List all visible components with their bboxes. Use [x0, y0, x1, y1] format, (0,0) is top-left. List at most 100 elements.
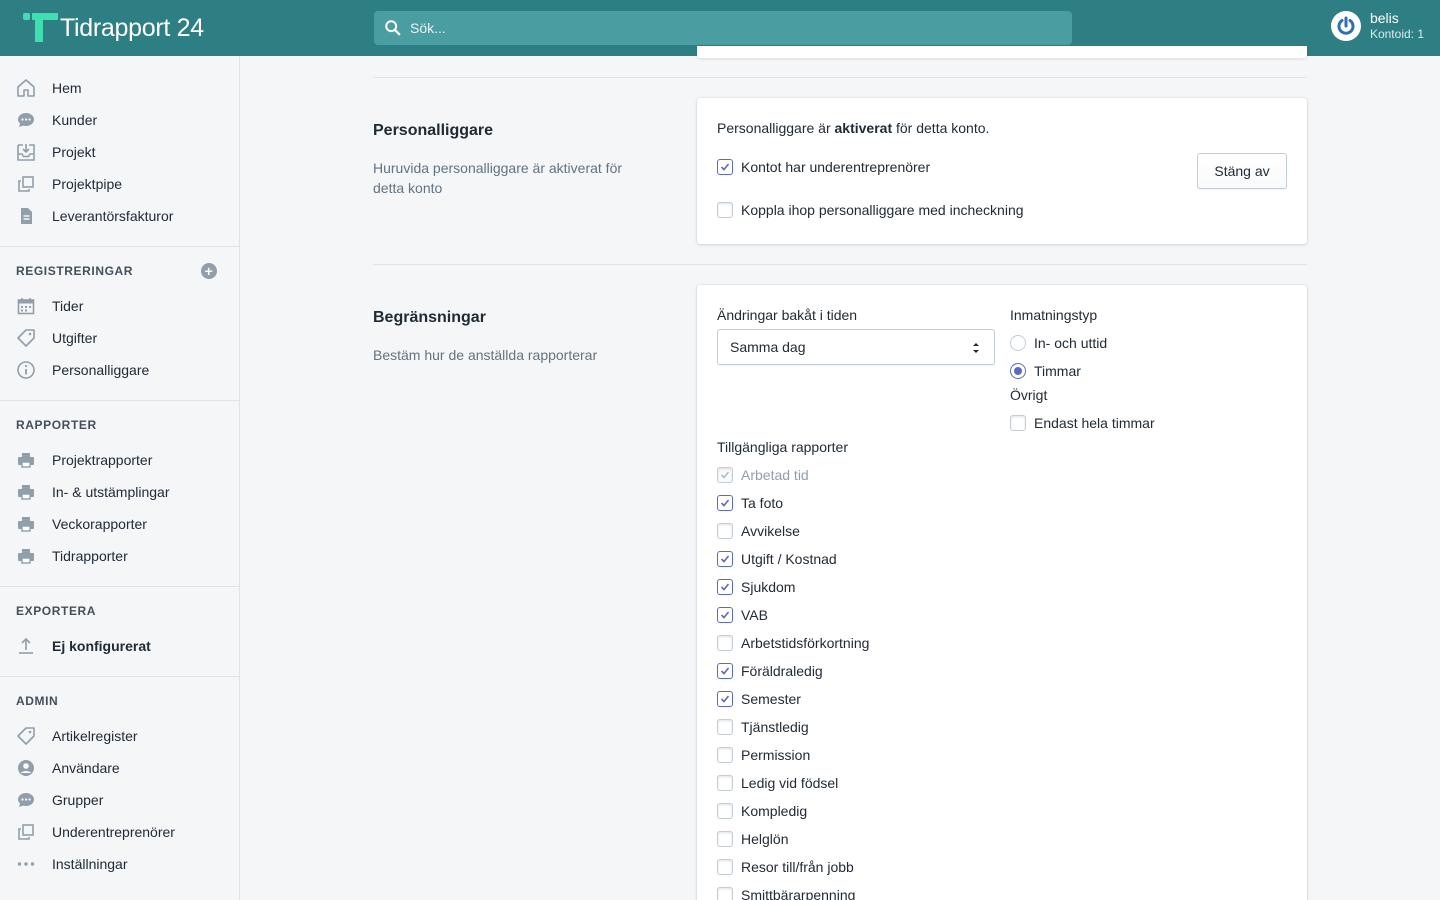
other-label: Övrigt: [1010, 387, 1048, 403]
report-checkbox[interactable]: Tjänstledig: [717, 717, 809, 737]
checkbox-label: Arbetstidsförkortning: [741, 635, 870, 651]
checkbox-label: Ta foto: [741, 495, 784, 511]
home-icon: [16, 78, 36, 98]
report-checkbox[interactable]: Sjukdom: [717, 577, 795, 597]
checkbox-unchecked-icon[interactable]: [717, 523, 733, 539]
status-prefix: Personalliggare är: [717, 120, 835, 136]
radio-in-och-uttid[interactable]: In- och uttid: [1010, 333, 1107, 353]
checkbox-unchecked-icon[interactable]: [717, 635, 733, 651]
koppla-incheckning-checkbox[interactable]: Koppla ihop personalliggare med incheckn…: [717, 200, 1024, 220]
checkbox-label: Helglön: [741, 831, 789, 847]
checkbox-checked-icon[interactable]: [717, 551, 733, 567]
sidebar-item-leverantorsfakturor[interactable]: Leverantörsfakturor: [0, 200, 239, 232]
report-checkbox[interactable]: Permission: [717, 745, 810, 765]
sidebar-item-veckorapporter[interactable]: Veckorapporter: [0, 508, 239, 540]
sidebar-item-hem[interactable]: Hem: [0, 72, 239, 104]
checkbox-checked-icon[interactable]: [717, 495, 733, 511]
sidebar-item-projekt[interactable]: Projekt: [0, 136, 239, 168]
checkbox-unchecked-icon[interactable]: [717, 803, 733, 819]
report-checkbox[interactable]: Resor till/från jobb: [717, 857, 854, 877]
radio-timmar[interactable]: Timmar: [1010, 361, 1081, 381]
search-input[interactable]: [410, 20, 1050, 36]
sidebar-item-tidrapporter[interactable]: Tidrapporter: [0, 540, 239, 572]
report-checkbox[interactable]: Kompledig: [717, 801, 807, 821]
sidebar-admin-section: ADMIN Artikelregister Användare Grupper …: [0, 677, 239, 894]
checkbox-unchecked-icon[interactable]: [717, 202, 733, 218]
sidebar-item-label: Personalliggare: [52, 362, 150, 378]
begransningar-heading: Begränsningar: [373, 309, 486, 326]
printer-icon: [16, 482, 36, 502]
checkbox-checked-icon[interactable]: [717, 579, 733, 595]
sidebar-item-projektrapporter[interactable]: Projektrapporter: [0, 444, 239, 476]
begransningar-card: Ändringar bakåt i tiden Samma dag Inmatn…: [697, 285, 1307, 900]
sidebar-item-anvandare[interactable]: Användare: [0, 752, 239, 784]
sidebar-item-projektpipe[interactable]: Projektpipe: [0, 168, 239, 200]
report-checkbox[interactable]: Semester: [717, 689, 801, 709]
sidebar-item-tider[interactable]: Tider: [0, 290, 239, 322]
search-bar[interactable]: [374, 11, 1072, 45]
checkbox-label: Kompledig: [741, 803, 808, 819]
checkbox-label: Smittbärarpenning: [741, 887, 856, 900]
checkbox-checked-icon[interactable]: [717, 159, 733, 175]
sidebar-item-label: Leverantörsfakturor: [52, 208, 174, 224]
report-checkbox[interactable]: Ledig vid födsel: [717, 773, 838, 793]
checkbox-unchecked-icon[interactable]: [717, 775, 733, 791]
report-checkbox: Arbetad tid: [717, 465, 809, 485]
sidebar-item-installningar[interactable]: Inställningar: [0, 848, 239, 880]
user-icon: [16, 758, 36, 778]
sidebar-registreringar-section: REGISTRERINGAR + Tider Utgifter Personal…: [0, 247, 239, 401]
sidebar-item-label: Användare: [52, 760, 120, 776]
user-menu[interactable]: belis Kontoid: 1: [1330, 10, 1424, 42]
app-logo[interactable]: Tidrapport 24: [20, 10, 204, 46]
changes-select[interactable]: Samma dag: [717, 329, 995, 365]
sidebar-item-label: In- & utstämplingar: [52, 484, 170, 500]
sidebar-item-grupper[interactable]: Grupper: [0, 784, 239, 816]
sidebar-item-personalliggare[interactable]: Personalliggare: [0, 354, 239, 386]
sidebar-item-label: Tidrapporter: [52, 548, 128, 564]
duplicate-icon: [16, 174, 36, 194]
checkbox-unchecked-icon[interactable]: [717, 747, 733, 763]
sidebar-item-kunder[interactable]: Kunder: [0, 104, 239, 136]
printer-icon: [16, 514, 36, 534]
main-content: Personalliggare Huruvida personalliggare…: [240, 46, 1440, 900]
report-checkbox[interactable]: Smittbärarpenning: [717, 885, 855, 900]
underentreprenorer-checkbox[interactable]: Kontot har underentreprenörer: [717, 157, 930, 177]
chat-icon: [16, 110, 36, 130]
status-suffix: för detta konto.: [892, 120, 990, 136]
checkbox-unchecked-icon[interactable]: [717, 887, 733, 900]
report-checkbox[interactable]: Ta foto: [717, 493, 783, 513]
checkbox-label: Endast hela timmar: [1034, 415, 1155, 431]
add-registration-icon[interactable]: +: [201, 263, 217, 279]
sidebar-item-artikelregister[interactable]: Artikelregister: [0, 720, 239, 752]
sidebar-item-utgifter[interactable]: Utgifter: [0, 322, 239, 354]
duplicate-icon: [16, 822, 36, 842]
checkbox-checked-icon[interactable]: [717, 607, 733, 623]
report-checkbox[interactable]: Helglön: [717, 829, 788, 849]
report-checkbox[interactable]: Utgift / Kostnad: [717, 549, 837, 569]
report-checkbox[interactable]: Föräldraledig: [717, 661, 823, 681]
radio-unchecked-icon[interactable]: [1010, 335, 1026, 351]
checkbox-unchecked-icon[interactable]: [717, 719, 733, 735]
checkbox-checked-icon[interactable]: [717, 691, 733, 707]
checkbox-unchecked-icon[interactable]: [717, 831, 733, 847]
sidebar-item-in-utstamplingar[interactable]: In- & utstämplingar: [0, 476, 239, 508]
checkbox-checked-icon: [717, 467, 733, 483]
checkbox-unchecked-icon[interactable]: [1010, 415, 1026, 431]
report-checkbox[interactable]: Avvikelse: [717, 521, 800, 541]
tag-icon: [16, 328, 36, 348]
stang-av-button[interactable]: Stäng av: [1197, 153, 1287, 189]
checkbox-checked-icon[interactable]: [717, 663, 733, 679]
checkbox-label: Ledig vid födsel: [741, 775, 839, 791]
sidebar-exportera-section: EXPORTERA Ej konfigurerat: [0, 587, 239, 677]
status-bold: aktiverat: [834, 120, 893, 136]
sidebar-item-label: Kunder: [52, 112, 98, 128]
endast-hela-timmar-checkbox[interactable]: Endast hela timmar: [1010, 413, 1155, 433]
report-checkbox[interactable]: VAB: [717, 605, 768, 625]
checkbox-unchecked-icon[interactable]: [717, 859, 733, 875]
report-checkbox[interactable]: Arbetstidsförkortning: [717, 633, 869, 653]
checkbox-label: Sjukdom: [741, 579, 796, 595]
sidebar-item-underentreprenorer[interactable]: Underentreprenörer: [0, 816, 239, 848]
radio-checked-icon[interactable]: [1010, 363, 1026, 379]
sidebar-item-label: Hem: [52, 80, 82, 96]
sidebar-item-ej-konfigurerat[interactable]: Ej konfigurerat: [0, 630, 239, 662]
